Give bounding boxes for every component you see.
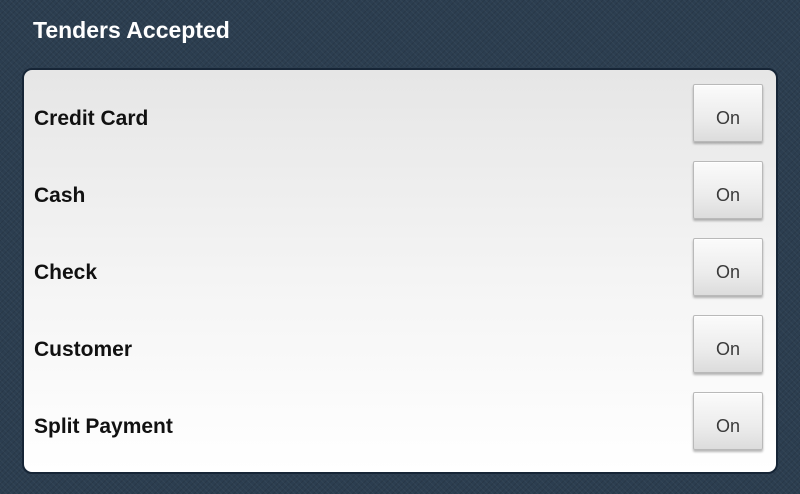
tender-row-check: Check On bbox=[24, 224, 776, 301]
check-toggle-button[interactable]: On bbox=[693, 238, 763, 296]
tender-row-customer: Customer On bbox=[24, 301, 776, 378]
tender-label-split-payment: Split Payment bbox=[34, 415, 173, 438]
split-payment-toggle-button[interactable]: On bbox=[693, 392, 763, 450]
page-title: Tenders Accepted bbox=[33, 17, 230, 43]
cash-toggle-button[interactable]: On bbox=[693, 161, 763, 219]
tender-row-cash: Cash On bbox=[24, 147, 776, 224]
tender-row-split-payment: Split Payment On bbox=[24, 378, 776, 455]
tender-label-credit-card: Credit Card bbox=[34, 107, 149, 130]
tender-label-check: Check bbox=[34, 261, 98, 284]
customer-toggle-button[interactable]: On bbox=[693, 315, 763, 373]
credit-card-toggle-button[interactable]: On bbox=[693, 84, 763, 142]
tenders-panel: Credit Card On Cash On Check On Customer… bbox=[22, 68, 778, 474]
tender-label-customer: Customer bbox=[34, 338, 133, 361]
tender-row-credit-card: Credit Card On bbox=[24, 70, 776, 147]
tender-label-cash: Cash bbox=[34, 184, 86, 207]
